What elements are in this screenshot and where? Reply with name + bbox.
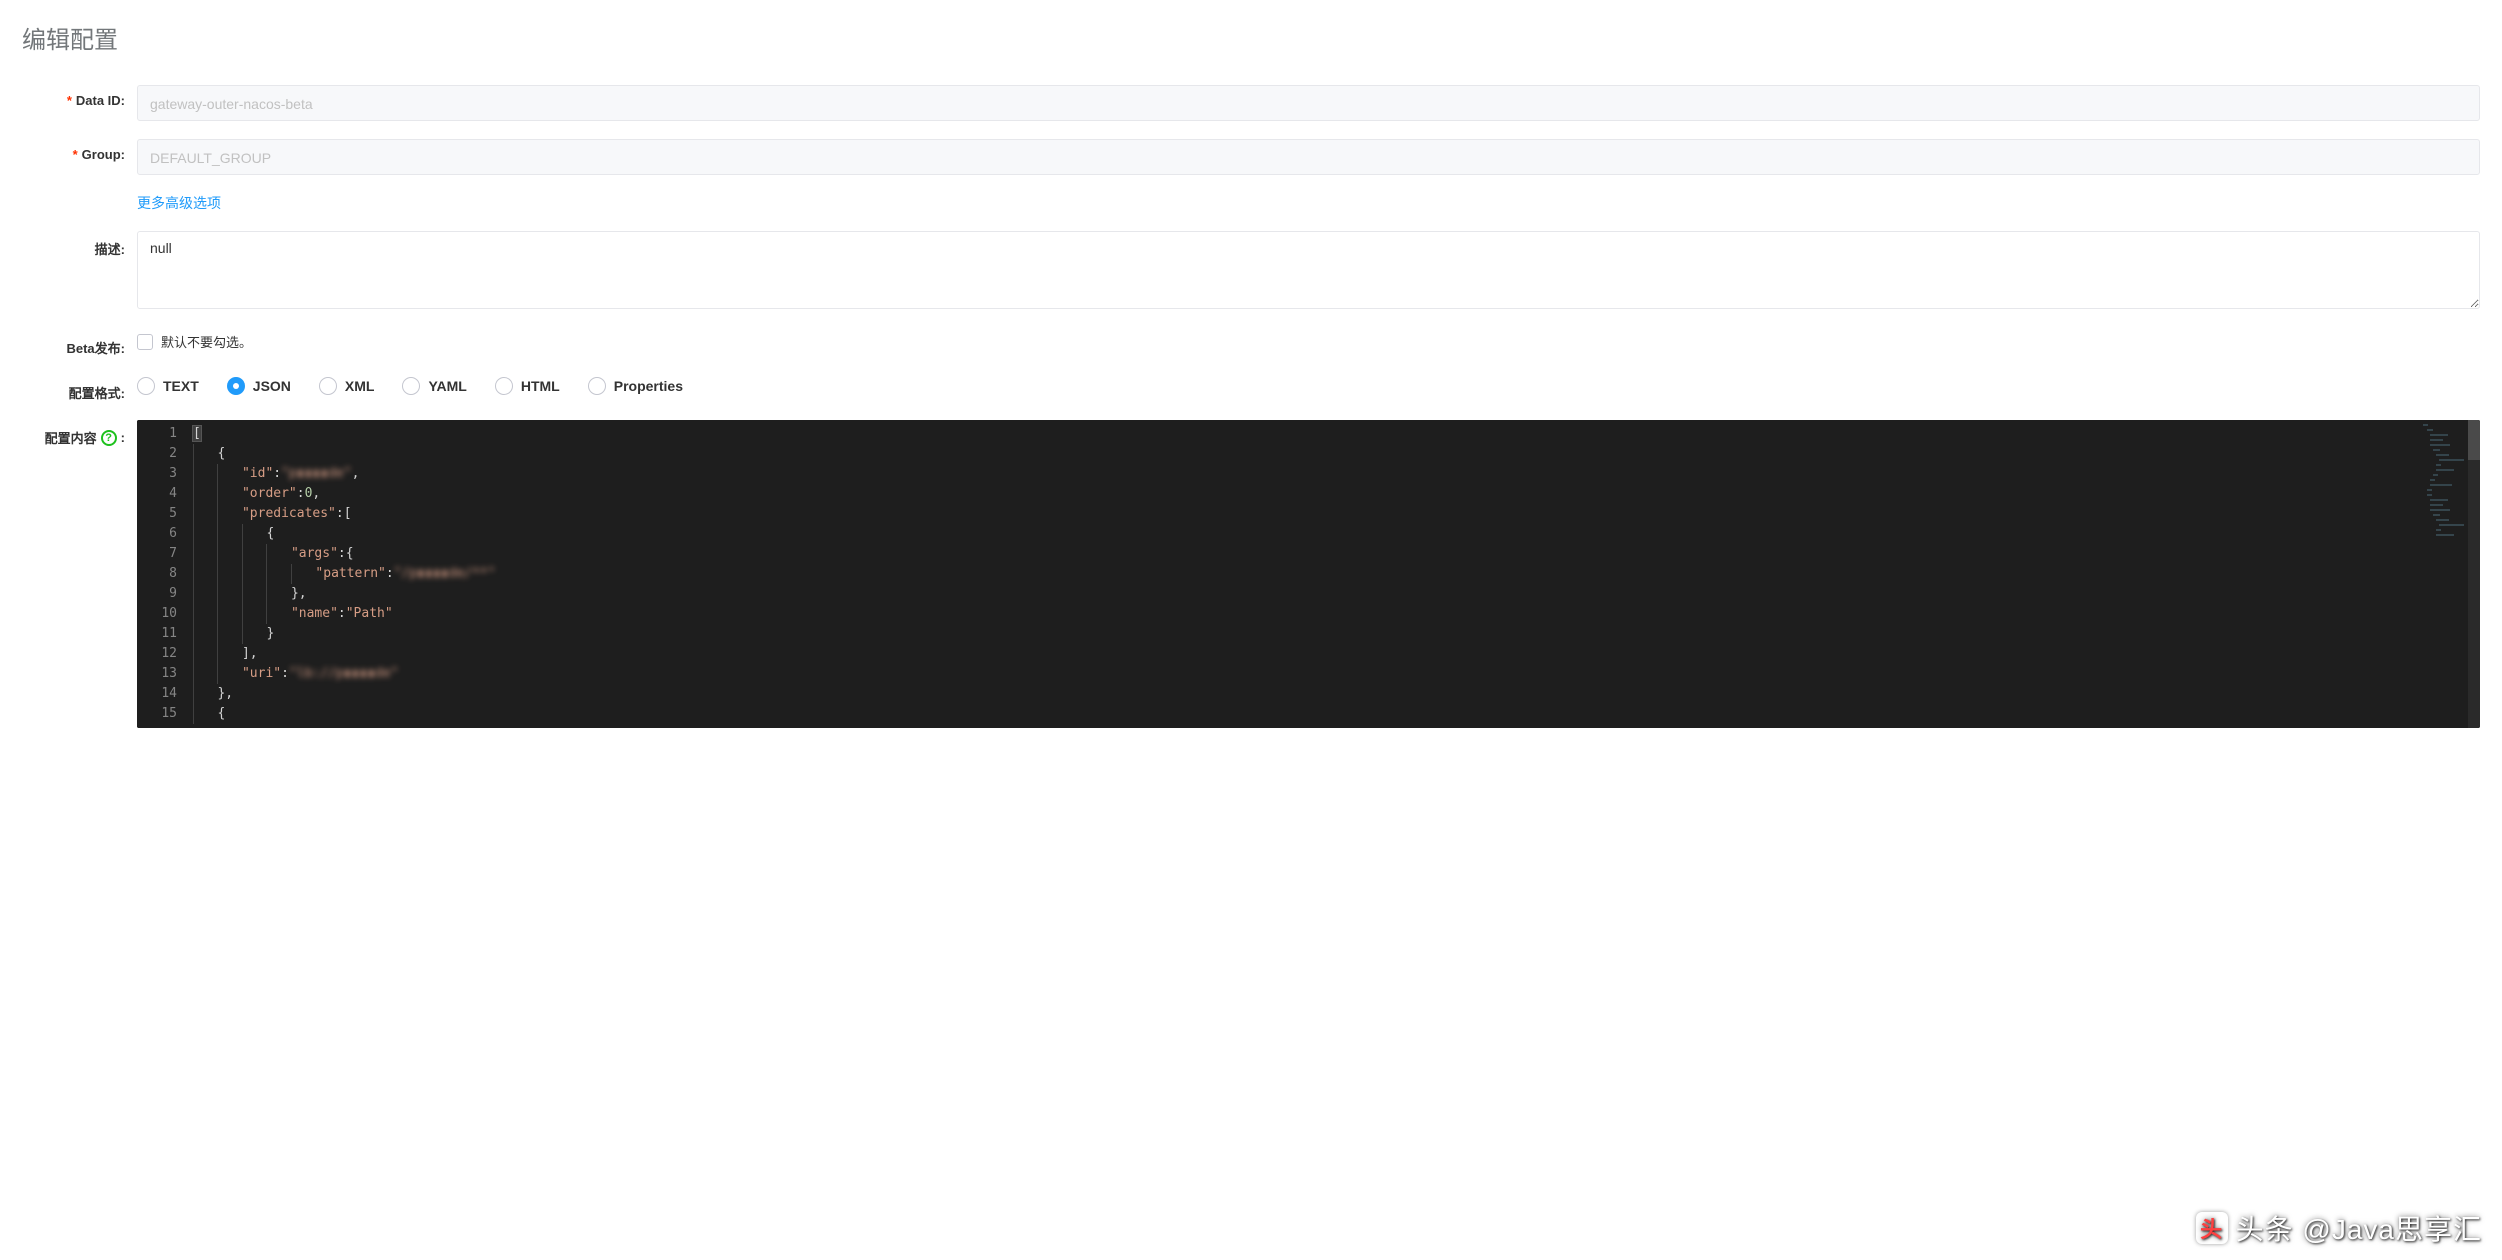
required-asterisk: * bbox=[67, 93, 72, 108]
form-row-advanced: 更多高级选项 bbox=[22, 193, 2480, 213]
radio-circle-icon bbox=[402, 377, 420, 395]
minimap[interactable] bbox=[2423, 424, 2468, 624]
watermark: 头 头条 @Java思享汇 bbox=[2196, 1208, 2482, 1248]
form-row-description: 描述: bbox=[22, 231, 2480, 312]
config-format-label: 配置格式: bbox=[22, 375, 137, 402]
radio-html[interactable]: HTML bbox=[495, 377, 560, 395]
advanced-options-link[interactable]: 更多高级选项 bbox=[137, 195, 221, 211]
group-label: *Group: bbox=[22, 139, 137, 162]
beta-publish-hint: 默认不要勾选。 bbox=[161, 332, 252, 351]
radio-label: XML bbox=[345, 378, 375, 394]
radio-label: YAML bbox=[428, 378, 466, 394]
radio-xml[interactable]: XML bbox=[319, 377, 375, 395]
code-editor[interactable]: 123456789101112131415 [ { "id":"p▮▮▮▮de"… bbox=[137, 420, 2480, 728]
radio-yaml[interactable]: YAML bbox=[402, 377, 466, 395]
form-row-beta-publish: Beta发布: 默认不要勾选。 bbox=[22, 330, 2480, 357]
radio-circle-icon bbox=[137, 377, 155, 395]
page-title: 编辑配置 bbox=[22, 20, 2480, 55]
radio-label: Properties bbox=[614, 378, 683, 394]
code-content[interactable]: [ { "id":"p▮▮▮▮de", "order":0, "predicat… bbox=[185, 420, 2420, 728]
group-input: DEFAULT_GROUP bbox=[137, 139, 2480, 175]
description-label: 描述: bbox=[22, 231, 137, 258]
beta-publish-label: Beta发布: bbox=[22, 330, 137, 357]
watermark-logo-icon: 头 bbox=[2196, 1212, 2228, 1244]
form-row-data-id: *Data ID: gateway-outer-nacos-beta bbox=[22, 85, 2480, 121]
radio-label: TEXT bbox=[163, 378, 199, 394]
radio-json[interactable]: JSON bbox=[227, 377, 291, 395]
radio-circle-icon bbox=[588, 377, 606, 395]
data-id-label: *Data ID: bbox=[22, 85, 137, 108]
code-gutter: 123456789101112131415 bbox=[137, 420, 185, 728]
watermark-text: 头条 @Java思享汇 bbox=[2236, 1208, 2482, 1248]
config-content-label: 配置内容 ? : bbox=[22, 420, 137, 447]
radio-circle-icon bbox=[319, 377, 337, 395]
description-textarea[interactable] bbox=[137, 231, 2480, 309]
radio-label: HTML bbox=[521, 378, 560, 394]
form-row-config-format: 配置格式: TEXT JSON XML YAML HTML Properties bbox=[22, 375, 2480, 402]
editor-scrollbar-track[interactable] bbox=[2468, 420, 2480, 728]
required-asterisk: * bbox=[73, 147, 78, 162]
data-id-input: gateway-outer-nacos-beta bbox=[137, 85, 2480, 121]
beta-publish-checkbox[interactable] bbox=[137, 334, 153, 350]
radio-text[interactable]: TEXT bbox=[137, 377, 199, 395]
radio-properties[interactable]: Properties bbox=[588, 377, 683, 395]
radio-circle-icon bbox=[495, 377, 513, 395]
config-format-radio-group: TEXT JSON XML YAML HTML Properties bbox=[137, 375, 2480, 395]
radio-label: JSON bbox=[253, 378, 291, 394]
form-row-config-content: 配置内容 ? : 123456789101112131415 [ { "id":… bbox=[22, 420, 2480, 728]
form-row-group: *Group: DEFAULT_GROUP bbox=[22, 139, 2480, 175]
editor-scrollbar-thumb[interactable] bbox=[2468, 420, 2480, 460]
help-icon[interactable]: ? bbox=[101, 430, 117, 446]
radio-circle-icon bbox=[227, 377, 245, 395]
